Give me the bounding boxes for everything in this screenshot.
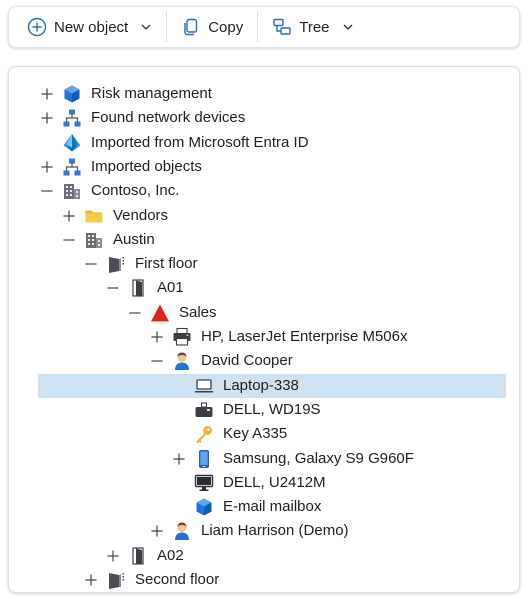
tree-item-samsung-galaxy-s9-g960f[interactable]: Samsung, Galaxy S9 G960F — [9, 447, 519, 471]
tree-item-label: Austin — [113, 230, 155, 248]
expand-plus-icon[interactable] — [39, 110, 55, 126]
folder-icon — [84, 206, 104, 226]
tree-item-first-floor[interactable]: First floor — [9, 252, 519, 276]
copy-icon — [181, 17, 201, 37]
door-icon — [128, 278, 148, 298]
tree-item-a02[interactable]: A02 — [9, 544, 519, 568]
object-tree: Risk management Found network devices Impo… — [8, 66, 520, 593]
tree-item-label: A02 — [157, 546, 184, 564]
tree-item-vendors[interactable]: Vendors — [9, 204, 519, 228]
tree-label: Tree — [299, 18, 330, 36]
tree-item-label: Vendors — [113, 206, 169, 224]
tree-item-label: DELL, WD19S — [223, 400, 321, 418]
tree-item-label: Imported from Microsoft Entra ID — [91, 133, 309, 151]
tree-item-imported-objects[interactable]: Imported objects — [9, 155, 519, 179]
floor-icon — [106, 254, 126, 274]
network-icon — [62, 108, 82, 128]
tree-item-austin[interactable]: Austin — [9, 228, 519, 252]
copy-label: Copy — [208, 18, 244, 36]
tree-item-found-network-devices[interactable]: Found network devices — [9, 106, 519, 130]
tree-view-button[interactable]: Tree — [266, 11, 359, 43]
tree-item-contoso-inc[interactable]: Contoso, Inc. — [9, 179, 519, 203]
tree-item-a01[interactable]: A01 — [9, 276, 519, 300]
door-icon — [128, 546, 148, 566]
tree-item-key-a335[interactable]: Key A335 — [9, 422, 519, 446]
printer-icon — [172, 327, 192, 347]
cube-icon — [194, 497, 214, 517]
collapse-minus-icon[interactable] — [105, 280, 121, 296]
expand-plus-icon[interactable] — [39, 86, 55, 102]
collapse-minus-icon[interactable] — [61, 232, 77, 248]
key-icon — [194, 424, 214, 444]
tree-item-label: Samsung, Galaxy S9 G960F — [223, 449, 414, 467]
tree-item-imported-from-microsoft-entra-id[interactable]: Imported from Microsoft Entra ID — [9, 131, 519, 155]
building-icon — [84, 230, 104, 250]
tree-item-label: Second floor — [135, 571, 220, 588]
toolbar-divider — [166, 12, 168, 42]
tree-item-liam-harrison-demo[interactable]: Liam Harrison (Demo) — [9, 519, 519, 543]
new-object-label: New object — [54, 18, 129, 36]
collapse-minus-icon[interactable] — [149, 353, 165, 369]
entra-id-icon — [62, 133, 82, 153]
toolbar-divider — [257, 12, 259, 42]
collapse-minus-icon[interactable] — [39, 183, 55, 199]
expand-plus-icon[interactable] — [105, 548, 121, 564]
triangle-icon — [150, 303, 170, 323]
copy-button[interactable]: Copy — [175, 11, 249, 43]
tree-icon — [272, 17, 292, 37]
tree-item-second-floor[interactable]: Second floor — [9, 568, 519, 592]
chevron-down-icon — [140, 21, 152, 33]
add-circle-icon — [27, 17, 47, 37]
expand-plus-icon[interactable] — [83, 572, 99, 588]
expand-plus-icon[interactable] — [149, 523, 165, 539]
new-object-button[interactable]: New object — [21, 11, 158, 43]
tree-item-label: HP, LaserJet Enterprise M506x — [201, 328, 408, 345]
tree-item-hp-laserjet-enterprise-m506x[interactable]: HP, LaserJet Enterprise M506x — [9, 325, 519, 349]
tree-item-david-cooper[interactable]: David Cooper — [9, 349, 519, 373]
tree-item-label: Contoso, Inc. — [91, 182, 180, 200]
tree-item-dell-wd19s[interactable]: DELL, WD19S — [9, 398, 519, 422]
expand-plus-icon[interactable] — [61, 208, 77, 224]
tree-item-label: Imported objects — [91, 157, 202, 175]
collapse-minus-icon[interactable] — [127, 305, 143, 321]
tree-item-label: A01 — [157, 279, 184, 297]
monitor-icon — [194, 473, 214, 493]
tree-item-label: Found network devices — [91, 109, 246, 127]
tree-item-label: Key A335 — [223, 425, 288, 443]
tree-item-label: Sales — [179, 303, 217, 321]
cube-icon — [62, 84, 82, 104]
building-icon — [62, 181, 82, 201]
expand-plus-icon[interactable] — [39, 159, 55, 175]
toolbar: New object Copy Tree — [8, 6, 520, 48]
dock-icon — [194, 400, 214, 420]
expand-plus-icon[interactable] — [149, 329, 165, 345]
laptop-icon — [194, 376, 214, 396]
floor-icon — [106, 570, 126, 590]
phone-icon — [194, 449, 214, 469]
collapse-minus-icon[interactable] — [83, 256, 99, 272]
chevron-down-icon — [342, 21, 354, 33]
tree-item-risk-management[interactable]: Risk management — [9, 82, 519, 106]
tree-item-laptop-338[interactable]: Laptop-338 — [9, 373, 519, 398]
tree-item-label: David Cooper — [201, 352, 293, 370]
expand-plus-icon[interactable] — [171, 451, 187, 467]
tree-item-label: DELL, U2412M — [223, 473, 326, 491]
tree-item-dell-u2412m[interactable]: DELL, U2412M — [9, 471, 519, 495]
tree-item-label: Laptop-338 — [223, 376, 299, 394]
person-icon — [172, 521, 192, 541]
person-icon — [172, 351, 192, 371]
tree-item-e-mail-mailbox[interactable]: E-mail mailbox — [9, 495, 519, 519]
tree-item-sales[interactable]: Sales — [9, 301, 519, 325]
tree-item-label: Risk management — [91, 85, 212, 102]
tree-item-label: First floor — [135, 255, 198, 273]
tree-item-label: Liam Harrison (Demo) — [201, 522, 349, 540]
tree-item-label: E-mail mailbox — [223, 498, 322, 516]
network-icon — [62, 157, 82, 177]
